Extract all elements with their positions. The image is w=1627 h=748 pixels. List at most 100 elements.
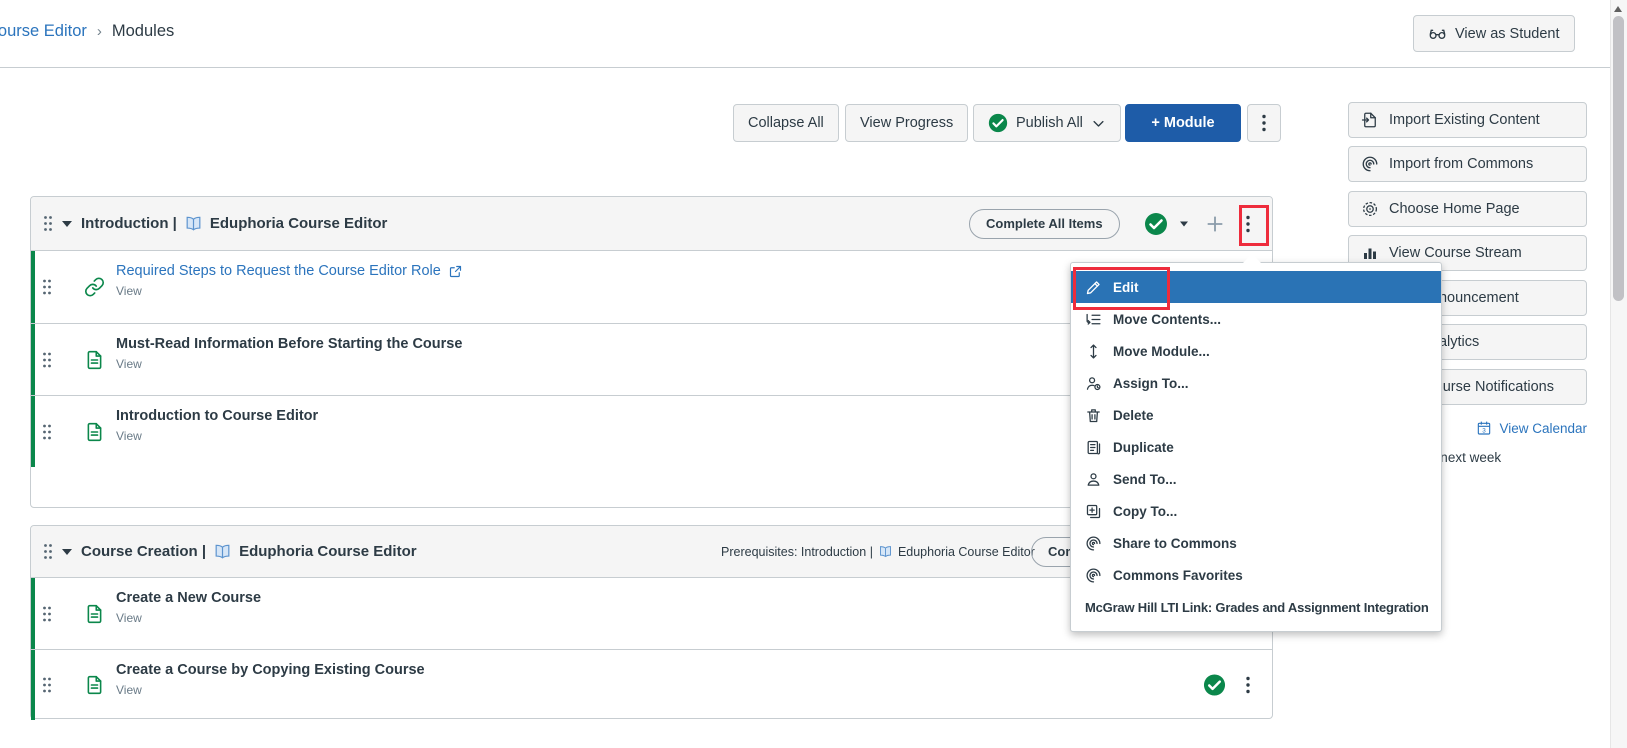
menu-item-label: Commons Favorites bbox=[1113, 568, 1243, 583]
drag-handle-icon[interactable] bbox=[42, 423, 52, 440]
prerequisites-text: Prerequisites: Introduction | bbox=[721, 545, 873, 559]
menu-item-move-contents[interactable]: Move Contents... bbox=[1071, 303, 1441, 335]
bar-chart-icon bbox=[1361, 244, 1379, 262]
module-options-kebab-icon[interactable] bbox=[1246, 215, 1250, 233]
drag-handle-icon[interactable] bbox=[42, 677, 52, 694]
add-module-button[interactable]: + Module bbox=[1125, 104, 1241, 142]
scrollbar-up-arrow-icon[interactable] bbox=[1614, 6, 1622, 12]
page-icon bbox=[84, 603, 105, 624]
menu-item-label: Delete bbox=[1113, 408, 1154, 423]
menu-item-move-module[interactable]: Move Module... bbox=[1071, 335, 1441, 367]
assign-user-icon bbox=[1085, 375, 1103, 392]
publish-state-caret-icon[interactable] bbox=[1180, 221, 1188, 226]
item-title-link[interactable]: Required Steps to Request the Course Edi… bbox=[116, 263, 463, 279]
item-published-check-icon[interactable] bbox=[1203, 674, 1226, 697]
glasses-icon bbox=[1428, 24, 1447, 43]
menu-item-delete[interactable]: Delete bbox=[1071, 399, 1441, 431]
view-as-student-button[interactable]: View as Student bbox=[1413, 15, 1575, 52]
item-options-kebab-icon[interactable] bbox=[1246, 676, 1250, 694]
item-title[interactable]: Create a New Course bbox=[116, 590, 261, 606]
menu-pointer-arrow bbox=[1243, 254, 1261, 263]
scrollbar-thumb[interactable] bbox=[1613, 16, 1624, 301]
book-icon bbox=[213, 543, 232, 560]
menu-item-mcgraw-hill-lti[interactable]: McGraw Hill LTI Link: Grades and Assignm… bbox=[1071, 591, 1441, 623]
add-item-plus-icon[interactable] bbox=[1204, 213, 1226, 235]
page-icon bbox=[84, 675, 105, 696]
menu-item-send-to[interactable]: Send To... bbox=[1071, 463, 1441, 495]
duplicate-icon bbox=[1085, 439, 1103, 456]
menu-item-label: Duplicate bbox=[1113, 440, 1174, 455]
menu-item-label: Move Contents... bbox=[1113, 312, 1221, 327]
collapse-module-caret-icon[interactable] bbox=[62, 221, 72, 227]
import-from-commons-button[interactable]: Import from Commons bbox=[1348, 146, 1587, 182]
collapse-all-button[interactable]: Collapse All bbox=[733, 104, 839, 142]
menu-item-label: Move Module... bbox=[1113, 344, 1210, 359]
book-icon bbox=[878, 545, 893, 558]
item-subtitle: View bbox=[116, 611, 261, 625]
prerequisites-course-text: Eduphoria Course Editor bbox=[898, 545, 1035, 559]
prerequisites-label: Prerequisites: Introduction | Eduphoria … bbox=[721, 545, 1035, 559]
menu-item-commons-favorites[interactable]: Commons Favorites bbox=[1071, 559, 1441, 591]
publish-all-button[interactable]: Publish All bbox=[973, 104, 1121, 142]
view-progress-button[interactable]: View Progress bbox=[845, 104, 968, 142]
kebab-icon bbox=[1262, 114, 1266, 132]
module-published-check-icon[interactable] bbox=[1144, 212, 1168, 236]
item-subtitle: View bbox=[116, 683, 425, 697]
menu-item-assign-to[interactable]: Assign To... bbox=[1071, 367, 1441, 399]
collapse-all-label: Collapse All bbox=[748, 115, 824, 131]
calendar-icon: 3 bbox=[1476, 420, 1492, 436]
modules-page: Course Editor › Modules View as Student … bbox=[0, 0, 1627, 748]
drag-handle-icon[interactable] bbox=[43, 215, 53, 232]
breadcrumb-course-link[interactable]: Course Editor bbox=[0, 22, 87, 41]
chevron-down-icon bbox=[1091, 116, 1106, 131]
module-title: Course Creation | Eduphoria Course Edito… bbox=[81, 543, 417, 560]
item-subtitle: View bbox=[116, 284, 463, 298]
module-context-menu: Edit Move Contents... Move Module... Ass… bbox=[1070, 262, 1442, 632]
item-title[interactable]: Create a Course by Copying Existing Cour… bbox=[116, 662, 425, 678]
menu-item-label: Share to Commons bbox=[1113, 536, 1237, 551]
external-link-icon bbox=[448, 264, 463, 279]
breadcrumb-separator: › bbox=[97, 23, 102, 40]
published-indicator-bar bbox=[31, 251, 35, 323]
drag-handle-icon[interactable] bbox=[42, 605, 52, 622]
choose-home-page-button[interactable]: Choose Home Page bbox=[1348, 191, 1587, 227]
move-contents-icon bbox=[1085, 311, 1103, 328]
published-indicator-bar bbox=[31, 396, 35, 467]
drag-handle-icon[interactable] bbox=[42, 351, 52, 368]
menu-item-duplicate[interactable]: Duplicate bbox=[1071, 431, 1441, 463]
collapse-module-caret-icon[interactable] bbox=[62, 549, 72, 555]
item-title-text: Required Steps to Request the Course Edi… bbox=[116, 263, 441, 279]
publish-all-label: Publish All bbox=[1016, 115, 1083, 131]
pencil-icon bbox=[1085, 279, 1103, 296]
link-icon bbox=[84, 277, 105, 298]
item-text: Create a Course by Copying Existing Cour… bbox=[116, 662, 425, 697]
send-user-icon bbox=[1085, 471, 1103, 488]
item-title[interactable]: Must-Read Information Before Starting th… bbox=[116, 336, 462, 352]
menu-item-copy-to[interactable]: Copy To... bbox=[1071, 495, 1441, 527]
drag-handle-icon[interactable] bbox=[43, 543, 53, 560]
drag-handle-icon[interactable] bbox=[42, 279, 52, 296]
import-from-commons-label: Import from Commons bbox=[1389, 156, 1533, 172]
module-introduction-header: Introduction | Eduphoria Course Editor C… bbox=[31, 197, 1272, 251]
breadcrumb: Course Editor › Modules bbox=[0, 22, 174, 41]
commons-icon bbox=[1085, 535, 1103, 552]
import-existing-content-button[interactable]: Import Existing Content bbox=[1348, 102, 1587, 138]
add-module-label: + Module bbox=[1151, 115, 1214, 131]
menu-item-share-to-commons[interactable]: Share to Commons bbox=[1071, 527, 1441, 559]
trash-icon bbox=[1085, 407, 1103, 424]
module-item-row[interactable]: Create a Course by Copying Existing Cour… bbox=[31, 649, 1272, 720]
menu-item-label: Assign To... bbox=[1113, 376, 1189, 391]
menu-item-edit[interactable]: Edit bbox=[1071, 271, 1441, 303]
module-title-text: Course Creation | bbox=[81, 543, 206, 560]
import-existing-content-label: Import Existing Content bbox=[1389, 112, 1540, 128]
modules-options-kebab-button[interactable] bbox=[1247, 104, 1281, 142]
published-indicator-bar bbox=[31, 650, 35, 720]
target-icon bbox=[1361, 200, 1379, 218]
menu-item-label: McGraw Hill LTI Link: Grades and Assignm… bbox=[1085, 600, 1429, 615]
publish-check-icon bbox=[988, 113, 1008, 133]
top-bar: Course Editor › Modules View as Student bbox=[0, 0, 1627, 68]
item-subtitle: View bbox=[116, 357, 462, 371]
book-icon bbox=[184, 215, 203, 232]
view-as-student-label: View as Student bbox=[1455, 26, 1560, 42]
item-title[interactable]: Introduction to Course Editor bbox=[116, 408, 318, 424]
